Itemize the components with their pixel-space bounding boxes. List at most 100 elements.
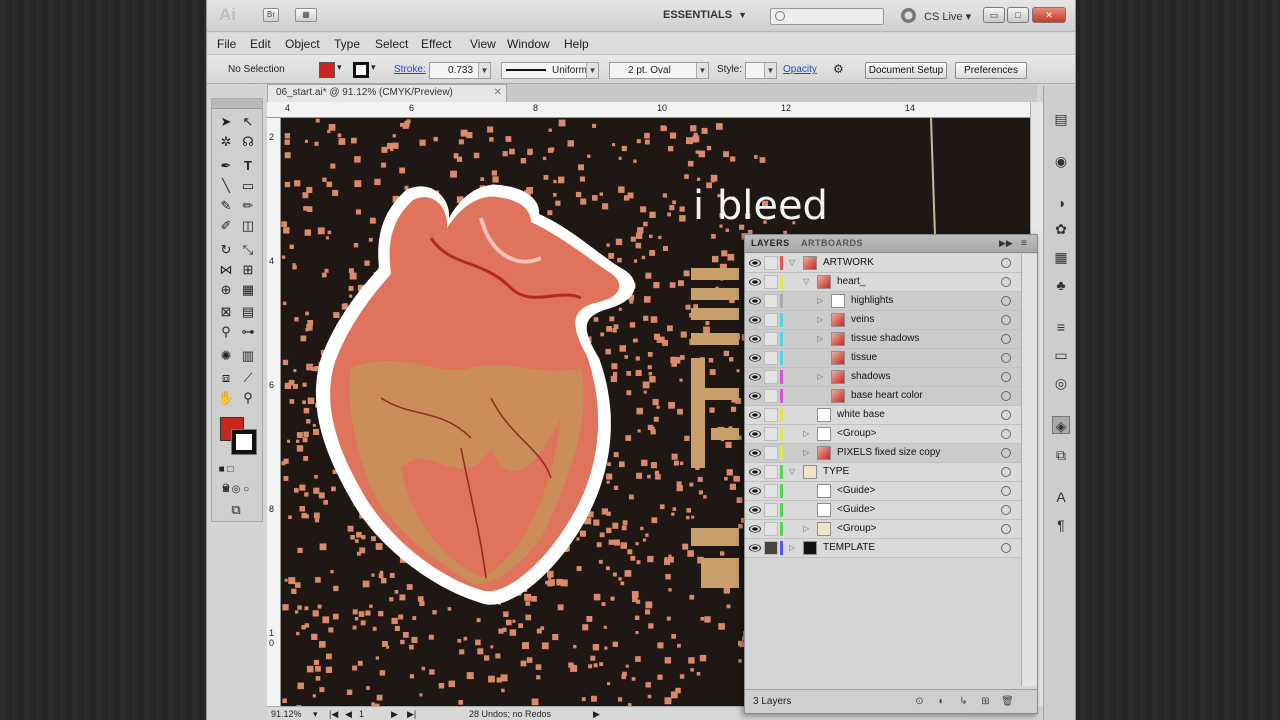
pen-tool-icon[interactable]: ✒ (216, 157, 236, 175)
eyedropper-icon[interactable]: ⚲ (216, 323, 236, 341)
layer-name[interactable]: base heart color (851, 390, 923, 401)
blend-tool-icon[interactable]: ⊶ (238, 323, 258, 341)
tools-panel-header[interactable] (212, 99, 262, 109)
close-button[interactable]: ✕ (1032, 7, 1066, 23)
visibility-eye-icon[interactable] (749, 354, 761, 362)
page-number[interactable]: 1 (359, 709, 364, 719)
rectangle-tool-icon[interactable]: ▭ (238, 177, 258, 195)
menu-file[interactable]: File (217, 37, 236, 51)
target-circle-icon[interactable] (1001, 467, 1011, 477)
layer-name[interactable]: <Group> (837, 428, 876, 439)
layer-row[interactable]: ▷ PIXELS fixed size copy (745, 444, 1021, 463)
disclosure-open-icon[interactable]: ▽ (789, 258, 795, 267)
chevron-down-icon[interactable]: ▾ (371, 62, 376, 73)
lock-toggle[interactable] (764, 351, 778, 365)
layer-name[interactable]: white base (837, 409, 885, 420)
visibility-eye-icon[interactable] (749, 468, 761, 476)
target-circle-icon[interactable] (1001, 353, 1011, 363)
next-page-icon[interactable]: ▶ (391, 709, 398, 720)
visibility-eye-icon[interactable] (749, 487, 761, 495)
magic-wand-icon[interactable]: ✲ (216, 133, 236, 151)
character-icon[interactable]: A (1052, 488, 1070, 506)
layer-name[interactable]: shadows (851, 371, 890, 382)
layer-name[interactable]: <Guide> (837, 504, 875, 515)
status-menu-icon[interactable]: ▶ (593, 709, 600, 720)
hand-tool-icon[interactable]: ✋ (216, 389, 236, 407)
screen-mode-icon[interactable]: ⧉ (226, 501, 246, 519)
color-mode-icon[interactable]: ■ □ ⊘ (216, 461, 236, 493)
layer-row[interactable]: <Guide> (745, 501, 1021, 520)
arrange-documents-icon[interactable]: ▦ (295, 8, 317, 22)
target-circle-icon[interactable] (1001, 486, 1011, 496)
opacity-link[interactable]: Opacity (783, 64, 817, 75)
brush-dropdown[interactable]: 2 pt. Oval ▼ (609, 62, 709, 79)
lock-toggle[interactable] (764, 484, 778, 498)
target-circle-icon[interactable] (1001, 429, 1011, 439)
bridge-button[interactable]: Br (263, 8, 279, 22)
disclosure-open-icon[interactable]: ▽ (789, 467, 795, 476)
layers-icon[interactable]: ◈ (1052, 416, 1070, 434)
symbol-sprayer-icon[interactable]: ✺ (216, 347, 236, 365)
zoom-tool-icon[interactable]: ⚲ (238, 389, 258, 407)
target-circle-icon[interactable] (1001, 391, 1011, 401)
shape-builder-icon[interactable]: ⊕ (216, 281, 236, 299)
delete-layer-icon[interactable]: 🗑 (1001, 695, 1014, 708)
layer-name[interactable]: veins (851, 314, 874, 325)
navigator-icon[interactable]: ▤ (1052, 110, 1070, 128)
clipping-mask-icon[interactable]: ◐ (935, 695, 948, 708)
visibility-eye-icon[interactable] (749, 506, 761, 514)
visibility-eye-icon[interactable] (749, 278, 761, 286)
first-page-icon[interactable]: |◀ (329, 709, 338, 720)
direct-selection-tool-icon[interactable]: ↖ (238, 113, 258, 131)
layer-name[interactable]: TEMPLATE (823, 542, 875, 553)
layer-name[interactable]: tissue (851, 352, 877, 363)
visibility-eye-icon[interactable] (749, 525, 761, 533)
visibility-eye-icon[interactable] (749, 392, 761, 400)
lock-toggle[interactable] (764, 408, 778, 422)
layer-name[interactable]: TYPE (823, 466, 849, 477)
menu-help[interactable]: Help (564, 37, 589, 51)
layer-row[interactable]: ▷ veins (745, 311, 1021, 330)
layer-row[interactable]: base heart color (745, 387, 1021, 406)
rotate-tool-icon[interactable]: ↻ (216, 241, 236, 259)
recolor-icon[interactable]: ⚙ (833, 62, 844, 76)
lock-toggle[interactable] (764, 275, 778, 289)
disclosure-closed-icon[interactable]: ▷ (803, 524, 809, 533)
menu-window[interactable]: Window (507, 37, 550, 51)
slice-tool-icon[interactable]: ⟋ (238, 369, 258, 387)
tab-artboards[interactable]: ARTBOARDS (801, 238, 863, 248)
locate-object-icon[interactable]: ⊙ (913, 695, 926, 708)
document-tab[interactable]: 06_start.ai* @ 91.12% (CMYK/Preview) ✕ (267, 84, 507, 102)
lock-toggle[interactable] (764, 370, 778, 384)
lock-toggle[interactable] (764, 389, 778, 403)
gradient-tool-icon[interactable]: ▤ (238, 303, 258, 321)
layer-name[interactable]: <Guide> (837, 485, 875, 496)
stroke-weight-field[interactable]: 0.733 ▼ (429, 62, 491, 79)
lock-toggle[interactable] (764, 256, 778, 270)
preferences-button[interactable]: Preferences (955, 62, 1027, 79)
prev-page-icon[interactable]: ◀ (345, 709, 352, 720)
swatches-icon[interactable]: ✿ (1052, 220, 1070, 238)
disclosure-closed-icon[interactable]: ▷ (789, 543, 795, 552)
lock-icon[interactable] (764, 541, 778, 555)
layer-row[interactable]: tissue (745, 349, 1021, 368)
close-icon[interactable]: ✕ (494, 85, 502, 101)
visibility-eye-icon[interactable] (749, 430, 761, 438)
collapse-panel-icon[interactable]: ▶▶ (999, 238, 1013, 249)
cslive-menu[interactable]: CS Live ▾ (924, 10, 971, 23)
lock-toggle[interactable] (764, 313, 778, 327)
search-input[interactable] (770, 8, 884, 25)
layer-row[interactable]: ▷ highlights (745, 292, 1021, 311)
disclosure-closed-icon[interactable]: ▷ (803, 429, 809, 438)
artboard-tool-icon[interactable]: ⧈ (216, 369, 236, 387)
layer-row[interactable]: ▽ ARTWORK (745, 254, 1021, 273)
disclosure-closed-icon[interactable]: ▷ (817, 372, 823, 381)
pencil-icon[interactable]: ✏ (238, 197, 258, 215)
selection-tool-icon[interactable]: ➤ (216, 113, 236, 131)
layer-row[interactable]: <Guide> (745, 482, 1021, 501)
layer-name[interactable]: highlights (851, 295, 893, 306)
cslive-icon[interactable] (901, 8, 916, 23)
chevron-down-icon[interactable]: ▾ (313, 709, 318, 720)
new-sublayer-icon[interactable]: ↳ (957, 695, 970, 708)
paragraph-icon[interactable]: ¶ (1052, 516, 1070, 534)
